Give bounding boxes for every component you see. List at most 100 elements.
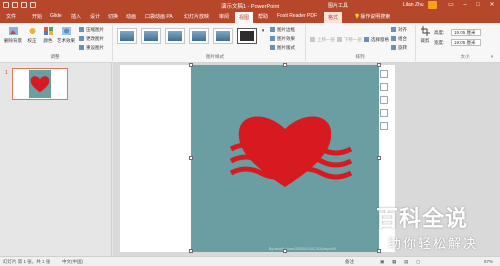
rotate-handle-icon[interactable] [279, 62, 285, 65]
width-label: 宽度: [434, 40, 445, 45]
tab-pocket-animation[interactable]: 口袋动画 PA [145, 13, 173, 20]
picture-style-4[interactable] [189, 28, 209, 44]
close-icon[interactable]: ✕ [487, 1, 497, 10]
heart-icon [30, 76, 50, 93]
resize-handle[interactable] [189, 249, 193, 253]
tab-format[interactable]: 格式 [324, 12, 343, 23]
picture-style-6[interactable] [237, 28, 257, 44]
user-name[interactable]: Lilan Zhu [403, 2, 424, 8]
tab-foxit[interactable]: Foxit Reader PDF [277, 13, 317, 19]
tab-insert[interactable]: 插入 [71, 13, 81, 20]
change-picture-button[interactable]: 更改图片 [79, 36, 104, 42]
align-button[interactable]: 对齐 [391, 27, 407, 33]
gallery-more-icon[interactable]: ▾ [260, 28, 266, 34]
picture-effects-label: 图片效果 [277, 36, 295, 41]
picture-style-3[interactable] [165, 28, 185, 44]
language-status[interactable]: 中文(中国) [62, 259, 83, 265]
remove-background-button[interactable]: 删除背景 [2, 26, 24, 44]
reset-picture-button[interactable]: 重设图片 [79, 45, 104, 51]
send-backward-button[interactable]: 下移一层 [337, 37, 362, 43]
context-tools-title: 图片工具 [328, 3, 349, 9]
selected-picture[interactable]: Byviewrillo bmm/2025/01/0017401/bnp/n90 [191, 65, 379, 252]
resize-handle[interactable] [189, 63, 193, 67]
tab-home[interactable]: 开始 [32, 13, 42, 20]
picture-layout-button[interactable]: 图片版式 [270, 45, 295, 51]
brand-slogan: 助你轻松解决 [388, 237, 479, 252]
picture-style-1[interactable] [117, 28, 137, 44]
notes-button[interactable]: 备注 [345, 259, 354, 265]
artistic-effects-label: 艺术效果 [57, 38, 75, 43]
crop-label: 裁剪 [420, 38, 430, 43]
resize-handle[interactable] [377, 156, 381, 160]
group-divider [305, 25, 306, 61]
remove-background-icon [8, 27, 18, 35]
picture-style-2[interactable] [141, 28, 161, 44]
height-input[interactable]: 19.05 厘米 [451, 29, 481, 36]
sun-icon [29, 28, 35, 34]
resize-handle[interactable] [189, 156, 193, 160]
crop-button[interactable]: 裁剪 [418, 26, 432, 44]
effects-icon [270, 36, 275, 41]
color-button[interactable]: 颜色 [40, 26, 56, 44]
group-label-picture-styles: 图片样式 [206, 54, 224, 59]
align-label: 对齐 [398, 27, 407, 32]
group-button[interactable]: 组合 [391, 36, 407, 42]
rotate-label: 旋转 [398, 45, 407, 50]
layout-options-icon[interactable] [380, 70, 388, 78]
slide-thumbnail[interactable] [12, 68, 68, 100]
picture-effects-button[interactable]: 图片效果 [270, 36, 295, 42]
change-picture-icon [79, 36, 84, 41]
normal-view-icon[interactable]: ▣ [380, 259, 384, 265]
artistic-effects-button[interactable]: 艺术效果 [56, 26, 76, 44]
selection-pane-label: 选择窗格 [371, 37, 389, 42]
tab-glide[interactable]: Glide [50, 13, 62, 19]
copy-icon[interactable] [380, 96, 388, 104]
tab-slideshow[interactable]: 幻灯片放映 [184, 13, 209, 20]
tab-transitions[interactable]: 切换 [108, 13, 118, 20]
paste-icon[interactable] [380, 109, 388, 117]
ribbon-display-icon[interactable]: ▭ [446, 1, 456, 10]
minimize-icon[interactable]: – [460, 1, 470, 10]
thumbnail-picture [29, 70, 51, 98]
reset-icon [79, 45, 84, 50]
compress-label: 压缩图片 [86, 27, 104, 32]
tab-review[interactable]: 审阅 [219, 13, 229, 20]
image-watermark: Byviewrillo bmm/2025/01/0017401/bnp/n90 [269, 247, 337, 251]
tab-design[interactable]: 设计 [90, 13, 100, 20]
avatar[interactable] [428, 1, 437, 9]
layout-icon [270, 45, 275, 50]
width-input[interactable]: 19.05 厘米 [451, 39, 481, 46]
collapse-ribbon-icon[interactable]: ˄ [488, 54, 496, 59]
remove-background-label: 删除背景 [4, 38, 22, 43]
artistic-effects-icon [61, 27, 71, 35]
reading-view-icon[interactable]: ▤ [404, 259, 408, 265]
tab-view[interactable]: 视图 [235, 12, 254, 23]
group-label-adjust: 调整 [50, 54, 60, 59]
tell-me-search[interactable]: 💡操作说明搜索 [354, 13, 390, 20]
compress-pictures-button[interactable]: 压缩图片 [79, 27, 104, 33]
tab-file[interactable]: 文件 [6, 13, 16, 20]
bring-forward-button[interactable]: 上移一层 [310, 37, 335, 43]
selection-pane-icon [364, 37, 369, 42]
resize-handle[interactable] [377, 63, 381, 67]
crop-tool-icon[interactable] [380, 122, 388, 130]
change-picture-label: 更改图片 [86, 36, 104, 41]
rotate-button[interactable]: 旋转 [391, 45, 407, 51]
ribbon-tabs: 文件 开始 Glide 插入 设计 切换 动画 口袋动画 PA 幻灯片放映 审阅… [0, 11, 500, 23]
slideshow-view-icon[interactable]: ▢ [416, 259, 420, 265]
corrections-button[interactable]: 校正 [24, 26, 40, 44]
slide-sorter-icon[interactable]: ▦ [392, 259, 396, 265]
design-ideas-icon[interactable] [380, 83, 388, 91]
maximize-icon[interactable]: □ [473, 1, 483, 10]
tab-help[interactable]: 帮助 [258, 13, 268, 20]
picture-border-button[interactable]: 图片边框 [270, 27, 295, 33]
selection-pane-button[interactable]: 选择窗格 [364, 37, 389, 43]
tab-animations[interactable]: 动画 [126, 13, 136, 20]
picture-style-5[interactable] [213, 28, 233, 44]
group-label-arrange: 排列 [355, 54, 365, 59]
group-icon [391, 36, 396, 41]
group-divider [112, 25, 113, 61]
zoom-level[interactable]: 67% [484, 259, 493, 264]
tell-me-label: 操作说明搜索 [360, 14, 391, 20]
resize-handle[interactable] [283, 249, 287, 253]
